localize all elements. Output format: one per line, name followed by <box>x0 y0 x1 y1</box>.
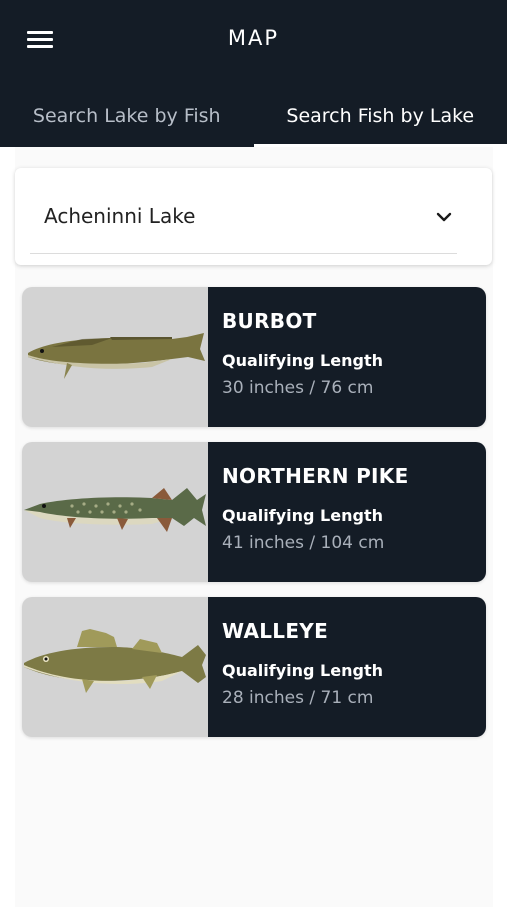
fish-info-burbot: BURBOT Qualifying Length 30 inches / 76 … <box>208 287 486 427</box>
fish-name: BURBOT <box>222 309 486 333</box>
walleye-image <box>22 597 208 737</box>
lake-select-dropdown[interactable]: Acheninni Lake <box>30 186 457 254</box>
qualifying-length-label: Qualifying Length <box>222 351 486 370</box>
app-header: MAP Search Lake by Fish Search Fish by L… <box>0 0 507 147</box>
fish-name: NORTHERN PIKE <box>222 464 486 488</box>
tab-search-fish-by-lake[interactable]: Search Fish by Lake <box>254 84 507 147</box>
tab-bar: Search Lake by Fish Search Fish by Lake <box>0 84 507 147</box>
burbot-image <box>22 287 208 427</box>
qualifying-length-label: Qualifying Length <box>222 506 486 525</box>
qualifying-length-value: 41 inches / 104 cm <box>222 533 486 553</box>
qualifying-length-label: Qualifying Length <box>222 661 486 680</box>
lake-select-value: Acheninni Lake <box>44 204 195 228</box>
tab-search-lake-by-fish[interactable]: Search Lake by Fish <box>0 84 254 147</box>
fish-card-northern-pike[interactable]: NORTHERN PIKE Qualifying Length 41 inche… <box>22 442 486 582</box>
chevron-down-icon <box>435 208 453 226</box>
page-title: MAP <box>0 26 507 50</box>
fish-name: WALLEYE <box>222 619 486 643</box>
fish-info-northern-pike: NORTHERN PIKE Qualifying Length 41 inche… <box>208 442 486 582</box>
fish-card-walleye[interactable]: WALLEYE Qualifying Length 28 inches / 71… <box>22 597 486 737</box>
northern-pike-image <box>22 442 208 582</box>
qualifying-length-value: 30 inches / 76 cm <box>222 378 486 398</box>
fish-info-walleye: WALLEYE Qualifying Length 28 inches / 71… <box>208 597 486 737</box>
fish-card-burbot[interactable]: BURBOT Qualifying Length 30 inches / 76 … <box>22 287 486 427</box>
qualifying-length-value: 28 inches / 71 cm <box>222 688 486 708</box>
